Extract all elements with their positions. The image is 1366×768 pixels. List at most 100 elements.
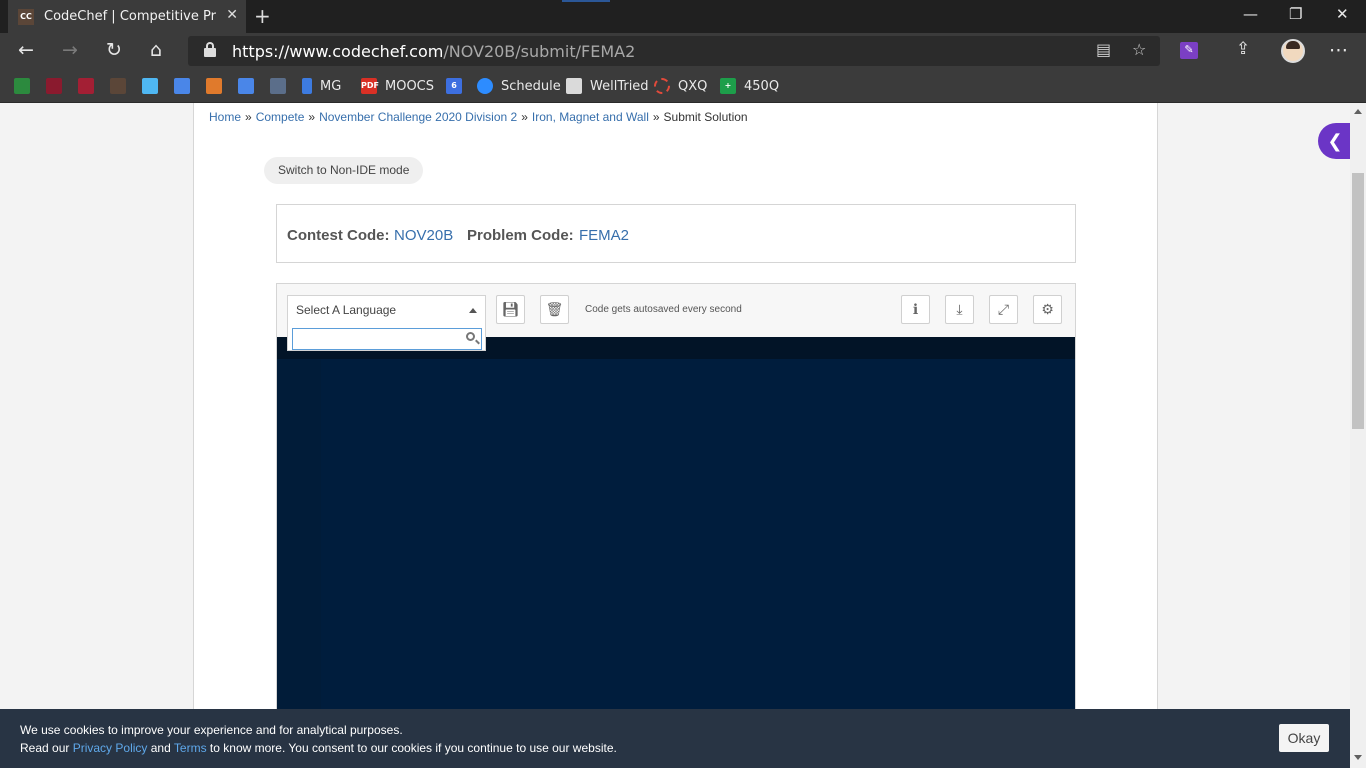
- floppy-disk-icon: 💾︎: [501, 301, 520, 318]
- browser-tab[interactable]: CC CodeChef | Competitive Programming ✕: [8, 0, 246, 33]
- switch-non-ide-button[interactable]: Switch to Non-IDE mode: [264, 157, 424, 184]
- download-icon: ⤓: [956, 301, 963, 318]
- bookmarks-bar: MG PDF MOOCS 6 Schedule WellTried QXQ +45…: [0, 70, 1366, 103]
- save-button[interactable]: 💾︎: [496, 295, 525, 324]
- calendar-icon: 6: [446, 78, 462, 94]
- restore-icon[interactable]: ❐: [1289, 5, 1302, 23]
- breadcrumb-separator: »: [652, 110, 660, 124]
- privacy-policy-link[interactable]: Privacy Policy: [73, 741, 148, 755]
- terms-link[interactable]: Terms: [174, 741, 207, 755]
- language-search-field[interactable]: [292, 328, 482, 350]
- breadcrumb-contest[interactable]: November Challenge 2020 Division 2: [319, 110, 517, 124]
- bookmark-qxq[interactable]: QXQ: [654, 76, 707, 96]
- delete-button[interactable]: 🗑︎: [540, 295, 569, 324]
- language-select[interactable]: Select A Language: [287, 295, 486, 326]
- python-icon: [206, 78, 222, 94]
- bookmark-moocs[interactable]: PDF MOOCS: [361, 76, 434, 96]
- autosave-note: Code gets autosaved every second: [585, 304, 742, 315]
- bookmark-schedule[interactable]: Schedule: [477, 76, 561, 96]
- bookmark-item[interactable]: [174, 76, 198, 96]
- codechef-favicon-icon: CC: [18, 8, 34, 25]
- more-menu-icon[interactable]: ⋯: [1329, 39, 1348, 61]
- zoom-icon: [477, 78, 493, 94]
- language-select-value: Select A Language: [296, 303, 397, 317]
- bookmark-item[interactable]: 6: [446, 76, 470, 96]
- code-editor[interactable]: [277, 337, 1075, 768]
- bookmark-label: 450Q: [744, 78, 780, 94]
- cookie-line-2: Read our Privacy Policy and Terms to kno…: [20, 741, 617, 755]
- new-tab-icon[interactable]: +: [254, 4, 271, 28]
- breadcrumb-compete[interactable]: Compete: [256, 110, 305, 124]
- bookmark-mg[interactable]: MG: [302, 76, 341, 96]
- docs-icon: [238, 78, 254, 94]
- tab-title: CodeChef | Competitive Programming: [44, 9, 216, 24]
- contest-code-label: Contest Code:: [287, 227, 390, 244]
- lock-icon: [204, 42, 216, 57]
- breadcrumb-separator: »: [308, 110, 316, 124]
- cookie-banner: We use cookies to improve your experienc…: [0, 709, 1350, 768]
- breadcrumb-problem[interactable]: Iron, Magnet and Wall: [532, 110, 649, 124]
- breadcrumb-separator: »: [245, 110, 252, 124]
- contest-code-value: NOV20B: [394, 227, 454, 244]
- breadcrumb-current: Submit Solution: [663, 110, 748, 124]
- back-icon[interactable]: ←: [18, 39, 34, 61]
- onenote-extension-icon[interactable]: ✎: [1180, 42, 1198, 59]
- page-scrollbar[interactable]: [1350, 103, 1366, 768]
- breadcrumb: Home» Compete» November Challenge 2020 Div…: [209, 110, 748, 124]
- cookie-okay-button[interactable]: Okay: [1279, 724, 1329, 752]
- tab-drag-indicator: [562, 0, 610, 2]
- bookmark-label: Schedule: [501, 78, 561, 94]
- plus-sheet-icon: +: [720, 78, 736, 94]
- bookmark-item[interactable]: [238, 76, 262, 96]
- bookmark-label: WellTried: [590, 78, 649, 94]
- scroll-down-icon[interactable]: [1354, 755, 1362, 760]
- bookmark-item[interactable]: [142, 76, 166, 96]
- caret-up-icon: [469, 308, 477, 313]
- home-icon[interactable]: ⌂: [150, 39, 162, 61]
- mit-piano-icon: [46, 78, 62, 94]
- settings-button[interactable]: ⚙: [1033, 295, 1062, 324]
- browser-toolbar: ← → ↻ ⌂ https://www.codechef.com/NOV20B/…: [0, 33, 1366, 70]
- bookmark-item[interactable]: [78, 76, 102, 96]
- bookmark-item[interactable]: [110, 76, 134, 96]
- search-icon: [466, 332, 475, 341]
- scroll-up-icon[interactable]: [1354, 109, 1362, 114]
- bookmark-label: MOOCS: [385, 78, 435, 94]
- close-window-icon[interactable]: ✕: [1336, 5, 1349, 23]
- read-aloud-icon[interactable]: ▤: [1096, 40, 1111, 59]
- info-button[interactable]: ℹ: [901, 295, 930, 324]
- notion-icon: [566, 78, 582, 94]
- bookmark-item[interactable]: [270, 76, 294, 96]
- side-panel-toggle[interactable]: ❮: [1318, 123, 1352, 159]
- share-icon[interactable]: ⇪: [1236, 39, 1250, 59]
- forward-icon[interactable]: →: [62, 39, 78, 61]
- pdf-icon: PDF: [361, 78, 379, 94]
- breadcrumb-separator: »: [521, 110, 528, 124]
- cookie-line-1: We use cookies to improve your experienc…: [20, 723, 403, 737]
- fullscreen-button[interactable]: ⤢: [989, 295, 1018, 324]
- bookmark-blue-icon: [302, 78, 312, 94]
- breadcrumb-home[interactable]: Home: [209, 110, 241, 124]
- trash-icon: 🗑︎: [545, 301, 564, 318]
- bookmark-450q[interactable]: +450Q: [720, 76, 779, 96]
- address-bar[interactable]: https://www.codechef.com/NOV20B/submit/F…: [188, 36, 1160, 66]
- favorite-star-icon[interactable]: ☆: [1132, 40, 1146, 59]
- bookmark-item[interactable]: [14, 76, 38, 96]
- bookmark-welltried[interactable]: WellTried: [566, 76, 649, 96]
- language-search-input[interactable]: [297, 329, 457, 349]
- close-tab-icon[interactable]: ✕: [226, 7, 238, 23]
- minimize-icon[interactable]: —: [1243, 5, 1258, 23]
- bookmark-item[interactable]: [46, 76, 70, 96]
- editor-gutter: [277, 359, 321, 768]
- scroll-thumb[interactable]: [1352, 173, 1364, 429]
- gear-icon: ⚙: [1041, 301, 1054, 318]
- refresh-icon[interactable]: ↻: [106, 39, 122, 61]
- url-text: https://www.codechef.com/NOV20B/submit/F…: [232, 42, 636, 61]
- codechef-icon: [110, 78, 126, 94]
- main-container: Home» Compete» November Challenge 2020 Div…: [193, 103, 1158, 768]
- mit-ocw-icon: [78, 78, 94, 94]
- download-button[interactable]: ⤓: [945, 295, 974, 324]
- docs-icon: [174, 78, 190, 94]
- profile-avatar[interactable]: [1281, 39, 1305, 63]
- bookmark-item[interactable]: [206, 76, 230, 96]
